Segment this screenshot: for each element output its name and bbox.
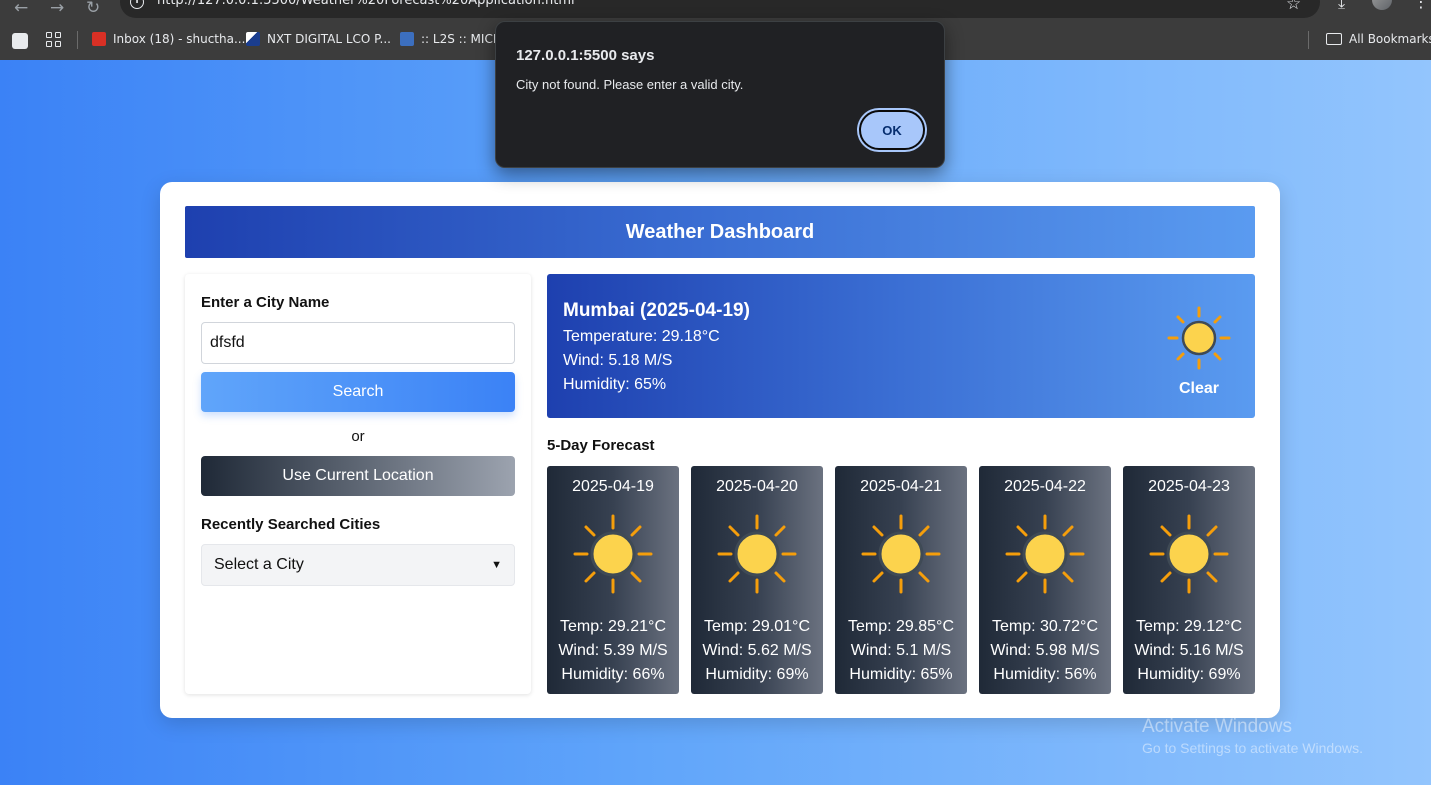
current-description: Clear: [1178, 380, 1220, 397]
recent-cities-label: Recently Searched Cities: [201, 516, 381, 533]
forecast-temp: Temp: 29.01°C: [703, 618, 810, 635]
use-current-location-button[interactable]: Use Current Location: [201, 456, 515, 496]
forecast-wind: Wind: 5.1 M/S: [850, 642, 952, 659]
search-button[interactable]: Search: [201, 372, 515, 412]
current-city-date: Mumbai (2025-04-19): [563, 300, 750, 321]
chevron-down-icon: ▼: [491, 559, 502, 571]
windows-activation-title: Activate Windows: [1142, 716, 1292, 737]
forecast-temp: Temp: 29.12°C: [1135, 618, 1242, 635]
forecast-date: 2025-04-20: [716, 478, 798, 495]
tab-search-icon[interactable]: [12, 33, 28, 49]
forecast-date: 2025-04-23: [1148, 478, 1230, 495]
gmail-icon: [92, 32, 106, 46]
forecast-title: 5-Day Forecast: [547, 437, 655, 454]
apps-grid-icon[interactable]: [46, 32, 62, 48]
bookmark-gmail[interactable]: Inbox (18) - shuctha...: [92, 32, 245, 46]
bookmark-nxt-digital[interactable]: NXT DIGITAL LCO P...: [246, 32, 391, 46]
profile-avatar-icon[interactable]: [1372, 0, 1392, 10]
forecast-card: 2025-04-19 Temp: 29.21°C Wind: 5.39 M/S Hum…: [547, 466, 679, 694]
reload-icon[interactable]: ↻: [86, 0, 100, 18]
forecast-wind: Wind: 5.16 M/S: [1134, 642, 1244, 659]
forecast-temp: Temp: 29.85°C: [847, 618, 954, 635]
sun-icon: [573, 514, 653, 594]
search-panel: Enter a City Name dfsfd Search or Use Cu…: [185, 274, 531, 694]
browser-toolbar: ← → ↻ i http://127.0.0.1:5500/Weather%20…: [0, 0, 1431, 22]
sun-icon: [861, 514, 941, 594]
forecast-wind: Wind: 5.98 M/S: [990, 642, 1100, 659]
recent-cities-selected: Select a City: [214, 556, 304, 573]
forecast-card: 2025-04-20 Temp: 29.01°C Wind: 5.62 M/S Hum…: [691, 466, 823, 694]
folder-icon: [1326, 33, 1342, 45]
current-humidity: Humidity: 65%: [563, 376, 667, 393]
url-text[interactable]: http://127.0.0.1:5500/Weather%20Forecast…: [157, 0, 575, 8]
bookmark-divider: [1308, 31, 1309, 49]
sun-icon: [1005, 514, 1085, 594]
dialog-message: City not found. Please enter a valid cit…: [516, 77, 744, 92]
app-title: Weather Dashboard: [185, 206, 1255, 258]
back-arrow-icon[interactable]: ←: [14, 0, 28, 18]
forecast-date: 2025-04-19: [572, 478, 654, 495]
forecast-humidity: Humidity: 65%: [849, 666, 953, 683]
forecast-humidity: Humidity: 56%: [993, 666, 1097, 683]
bookmark-divider: [77, 31, 78, 49]
forecast-temp: Temp: 30.72°C: [991, 618, 1098, 635]
windows-activation-message: Go to Settings to activate Windows.: [1142, 740, 1363, 756]
all-bookmarks-button[interactable]: All Bookmarks: [1326, 32, 1431, 46]
sun-icon: [717, 514, 797, 594]
bookmark-label: Inbox (18) - shuctha...: [113, 32, 246, 46]
forecast-date: 2025-04-21: [860, 478, 942, 495]
forecast-card: 2025-04-21 Temp: 29.85°C Wind: 5.1 M/S Humi…: [835, 466, 967, 694]
l2s-icon: [400, 32, 414, 46]
sun-icon: [1149, 514, 1229, 594]
forward-arrow-icon[interactable]: →: [50, 0, 64, 18]
dialog-title: 127.0.0.1:5500 says: [516, 47, 655, 64]
city-search-input[interactable]: dfsfd: [201, 322, 515, 364]
dialog-ok-button[interactable]: OK: [859, 110, 925, 150]
all-bookmarks-label: All Bookmarks: [1349, 32, 1431, 46]
forecast-card: 2025-04-22 Temp: 30.72°C Wind: 5.98 M/S Hum…: [979, 466, 1111, 694]
more-menu-icon[interactable]: ⋮: [1413, 0, 1429, 11]
download-icon[interactable]: ⤓: [1338, 0, 1345, 13]
forecast-humidity: Humidity: 66%: [561, 666, 665, 683]
bookmark-label: NXT DIGITAL LCO P...: [267, 32, 391, 46]
forecast-date: 2025-04-22: [1004, 478, 1086, 495]
forecast-card: 2025-04-23 Temp: 29.12°C Wind: 5.16 M/S Hum…: [1123, 466, 1255, 694]
city-input-value: dfsfd: [210, 334, 245, 351]
bookmark-star-icon[interactable]: ☆: [1286, 0, 1301, 14]
current-wind: Wind: 5.18 M/S: [563, 352, 673, 369]
forecast-wind: Wind: 5.39 M/S: [558, 642, 668, 659]
current-weather-panel: Mumbai (2025-04-19) Temperature: 29.18°C…: [547, 274, 1255, 418]
nxt-digital-icon: [246, 32, 260, 46]
sun-icon: [1167, 306, 1231, 370]
forecast-humidity: Humidity: 69%: [705, 666, 809, 683]
weather-dashboard-card: Weather Dashboard Enter a City Name dfsf…: [160, 182, 1280, 718]
or-divider-text: or: [351, 428, 365, 445]
forecast-temp: Temp: 29.21°C: [559, 618, 666, 635]
forecast-wind: Wind: 5.62 M/S: [702, 642, 812, 659]
current-temperature: Temperature: 29.18°C: [563, 328, 720, 345]
alert-dialog: 127.0.0.1:5500 says City not found. Plea…: [495, 21, 945, 168]
forecast-humidity: Humidity: 69%: [1137, 666, 1241, 683]
city-input-label: Enter a City Name: [201, 294, 330, 311]
recent-cities-select[interactable]: Select a City ▼: [201, 544, 515, 586]
